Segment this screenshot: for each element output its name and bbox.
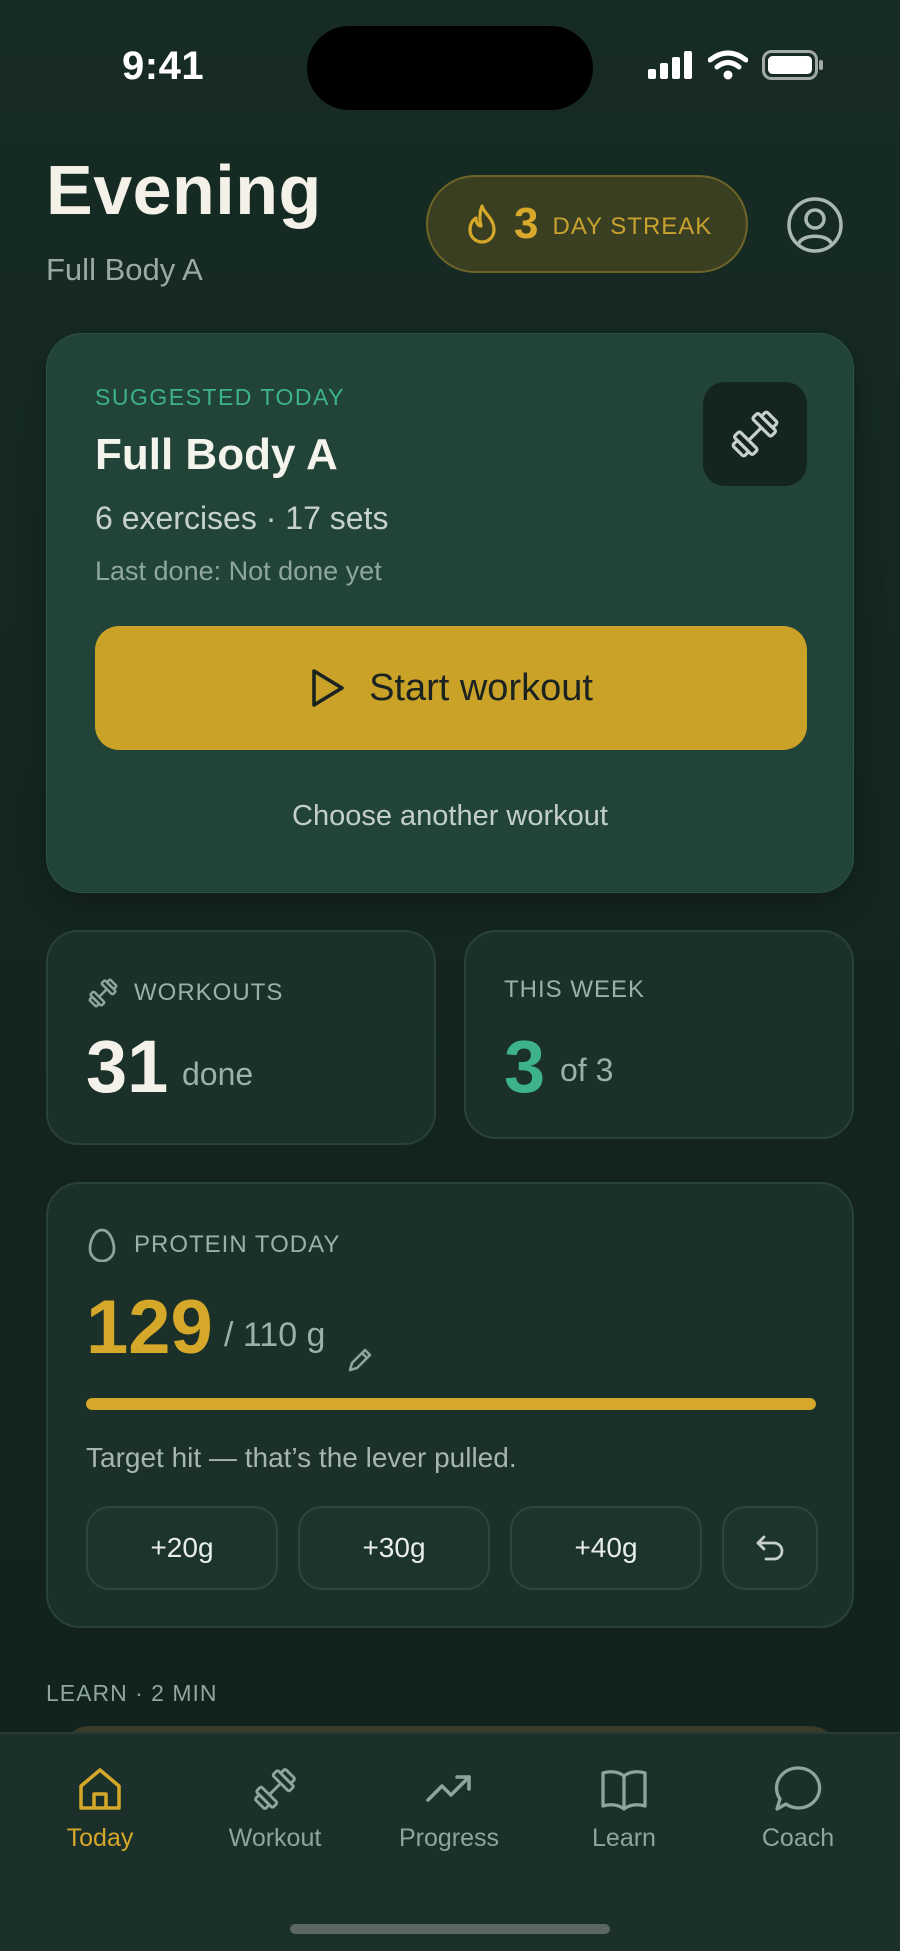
- battery-icon: [762, 50, 823, 80]
- workouts-stat-label: WORKOUTS: [134, 979, 284, 1006]
- tab-progress[interactable]: Progress: [379, 1764, 519, 1853]
- workouts-stat-card[interactable]: WORKOUTS 31 done: [46, 930, 436, 1145]
- workout-thumbnail: [703, 382, 807, 486]
- tab-workout[interactable]: Workout: [205, 1764, 345, 1853]
- home-icon: [79, 1768, 121, 1810]
- choose-another-workout-link[interactable]: Choose another workout: [47, 800, 853, 833]
- suggested-workout-card: SUGGESTED TODAY Full Body A 6 exercises …: [46, 333, 854, 893]
- tab-today[interactable]: Today: [30, 1764, 170, 1853]
- tab-label: Today: [66, 1824, 134, 1852]
- this-week-stat-card[interactable]: THIS WEEK 3 of 3: [464, 930, 854, 1139]
- protein-message: Target hit — that’s the lever pulled.: [86, 1442, 517, 1473]
- suggested-eyebrow: SUGGESTED TODAY: [95, 384, 345, 410]
- play-icon: [312, 669, 344, 707]
- workouts-unit: done: [182, 1056, 254, 1092]
- add-30g-button[interactable]: +30g: [298, 1506, 490, 1590]
- this-week-unit: of 3: [560, 1052, 614, 1088]
- book-icon: [601, 1770, 647, 1811]
- tab-coach[interactable]: Coach: [728, 1764, 868, 1853]
- protein-progress-track: [86, 1398, 816, 1410]
- profile-icon[interactable]: [786, 196, 844, 254]
- dumbbell-icon: [731, 410, 779, 458]
- start-workout-label: Start workout: [369, 666, 593, 709]
- add-40g-button[interactable]: +40g: [510, 1506, 702, 1590]
- tab-label: Progress: [398, 1824, 500, 1852]
- tab-bar: Today Workout Progress Learn Coach: [0, 1732, 900, 1951]
- dumbbell-icon: [88, 978, 118, 1008]
- workouts-count: 31: [86, 1025, 169, 1108]
- wifi-icon: [708, 50, 748, 80]
- workout-title: Full Body A: [95, 430, 338, 479]
- pencil-icon[interactable]: [344, 1344, 376, 1376]
- last-done: Last done: Not done yet: [95, 556, 382, 586]
- page-subtitle: Full Body A: [46, 252, 203, 287]
- this-week-count: 3: [504, 1025, 546, 1108]
- dynamic-island: [307, 26, 593, 110]
- streak-count: 3: [514, 199, 539, 248]
- status-time: 9:41: [122, 44, 205, 88]
- protein-label: PROTEIN TODAY: [134, 1231, 341, 1258]
- tab-learn[interactable]: Learn: [554, 1764, 694, 1853]
- protein-progress-fill: [86, 1398, 816, 1410]
- dumbbell-icon: [254, 1768, 296, 1810]
- screen: 9:41 Evening Full Body A 3 DAY STREAK SU…: [0, 0, 900, 1951]
- workout-meta: 6 exercises · 17 sets: [95, 500, 389, 536]
- status-icons: [648, 50, 824, 80]
- add-20g-button[interactable]: +20g: [86, 1506, 278, 1590]
- trending-up-icon: [426, 1775, 471, 1802]
- start-workout-button[interactable]: Start workout: [95, 626, 807, 750]
- protein-header: PROTEIN TODAY: [88, 1228, 340, 1262]
- protein-card: PROTEIN TODAY 129 / 110 g Target hit — t…: [46, 1182, 854, 1628]
- workouts-stat-header: WORKOUTS: [86, 976, 283, 1010]
- learn-section-label: LEARN · 2 MIN: [46, 1680, 218, 1706]
- quick-add-row: +20g +30g +40g: [86, 1506, 818, 1590]
- tab-label: Coach: [761, 1824, 835, 1852]
- egg-icon: [88, 1228, 116, 1262]
- page-title: Evening: [46, 151, 322, 229]
- protein-value: 129: [86, 1285, 213, 1370]
- chat-bubble-icon: [774, 1766, 822, 1811]
- tab-label: Workout: [228, 1824, 322, 1852]
- protein-target: / 110 g: [224, 1316, 326, 1354]
- streak-label: DAY STREAK: [552, 213, 713, 240]
- streak-badge[interactable]: 3 DAY STREAK: [426, 175, 748, 273]
- undo-icon: [756, 1535, 784, 1561]
- tab-label: Learn: [592, 1824, 656, 1852]
- flame-icon: [468, 204, 496, 244]
- cellular-signal-icon: [648, 51, 692, 79]
- this-week-label: THIS WEEK: [504, 976, 646, 1003]
- home-indicator[interactable]: [290, 1924, 610, 1934]
- undo-button[interactable]: [722, 1506, 818, 1590]
